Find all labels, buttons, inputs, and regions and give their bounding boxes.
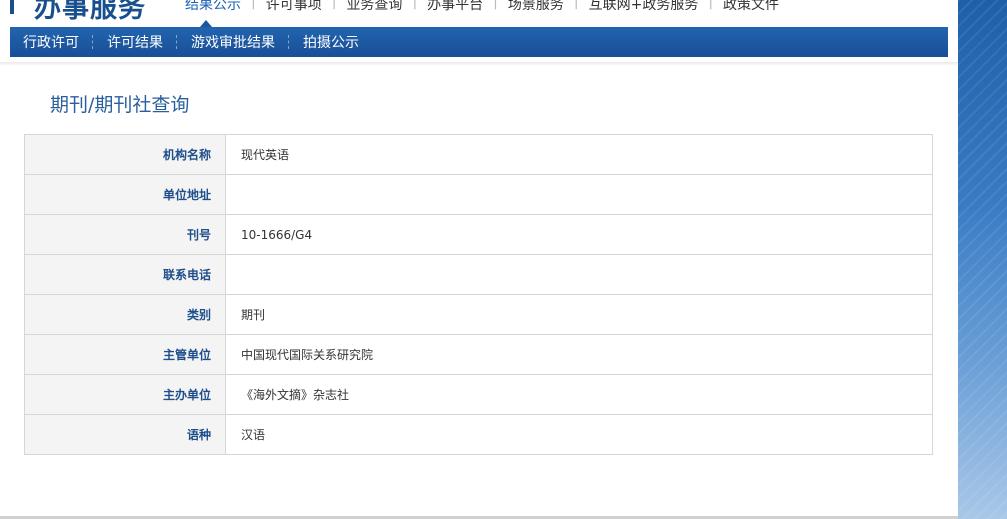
field-value-issue-number: 10-1666/G4 bbox=[225, 214, 933, 255]
field-value-category: 期刊 bbox=[225, 294, 933, 335]
page-title: 期刊/期刊社查询 bbox=[50, 94, 190, 116]
top-nav-item-scenes[interactable]: 场景服务 bbox=[498, 0, 574, 14]
sub-nav: 行政许可 许可结果 游戏审批结果 拍摄公示 bbox=[10, 27, 948, 57]
header-shadow bbox=[0, 62, 958, 66]
field-label-org-name: 机构名称 bbox=[24, 134, 226, 175]
table-row: 机构名称 现代英语 bbox=[24, 134, 933, 175]
field-label-supervisor: 主管单位 bbox=[24, 334, 226, 375]
subnav-item-permit-results[interactable]: 许可结果 bbox=[94, 32, 176, 52]
logo-accent-bar bbox=[10, 0, 14, 14]
table-row: 主管单位 中国现代国际关系研究院 bbox=[24, 334, 933, 375]
field-value-sponsor: 《海外文摘》杂志社 bbox=[225, 374, 933, 415]
subnav-item-game-approval[interactable]: 游戏审批结果 bbox=[178, 32, 288, 52]
details-table: 机构名称 现代英语 单位地址 刊号 10-1666/G4 联系电话 类别 期刊 … bbox=[24, 134, 933, 455]
top-nav-item-platform[interactable]: 办事平台 bbox=[417, 0, 493, 14]
top-nav-item-gov-service[interactable]: 互联网+政务服务 bbox=[579, 0, 709, 14]
field-value-supervisor: 中国现代国际关系研究院 bbox=[225, 334, 933, 375]
active-tab-caret-icon bbox=[200, 20, 212, 27]
table-row: 联系电话 bbox=[24, 254, 933, 295]
field-label-language: 语种 bbox=[24, 414, 226, 455]
top-nav-item-results[interactable]: 结果公示 bbox=[175, 0, 251, 14]
background-decoration bbox=[958, 0, 1007, 519]
table-row: 主办单位 《海外文摘》杂志社 bbox=[24, 374, 933, 415]
top-nav-item-permits[interactable]: 许可事项 bbox=[256, 0, 332, 14]
top-nav: 结果公示 | 许可事项 | 业务查询 | 办事平台 | 场景服务 | 互联网+政务服务 | … bbox=[175, 0, 789, 14]
table-row: 单位地址 bbox=[24, 174, 933, 215]
main-page: 办事服务 结果公示 | 许可事项 | 业务查询 | 办事平台 | 场景服务 | 互联网+政… bbox=[0, 0, 958, 519]
field-value-org-name: 现代英语 bbox=[225, 134, 933, 175]
table-row: 类别 期刊 bbox=[24, 294, 933, 335]
field-label-issue-number: 刊号 bbox=[24, 214, 226, 255]
table-row: 刊号 10-1666/G4 bbox=[24, 214, 933, 255]
site-header: 办事服务 结果公示 | 许可事项 | 业务查询 | 办事平台 | 场景服务 | 互联网+政… bbox=[0, 0, 958, 28]
field-label-address: 单位地址 bbox=[24, 174, 226, 215]
field-value-phone bbox=[225, 254, 933, 295]
field-label-sponsor: 主办单位 bbox=[24, 374, 226, 415]
subnav-item-filming-notice[interactable]: 拍摄公示 bbox=[290, 32, 372, 52]
top-nav-item-query[interactable]: 业务查询 bbox=[336, 0, 412, 14]
site-logo-text: 办事服务 bbox=[34, 0, 146, 24]
subnav-item-admin-permit[interactable]: 行政许可 bbox=[10, 32, 92, 52]
field-label-category: 类别 bbox=[24, 294, 226, 335]
table-row: 语种 汉语 bbox=[24, 414, 933, 455]
field-label-phone: 联系电话 bbox=[24, 254, 226, 295]
field-value-address bbox=[225, 174, 933, 215]
field-value-language: 汉语 bbox=[225, 414, 933, 455]
top-nav-item-policy[interactable]: 政策文件 bbox=[713, 0, 789, 14]
